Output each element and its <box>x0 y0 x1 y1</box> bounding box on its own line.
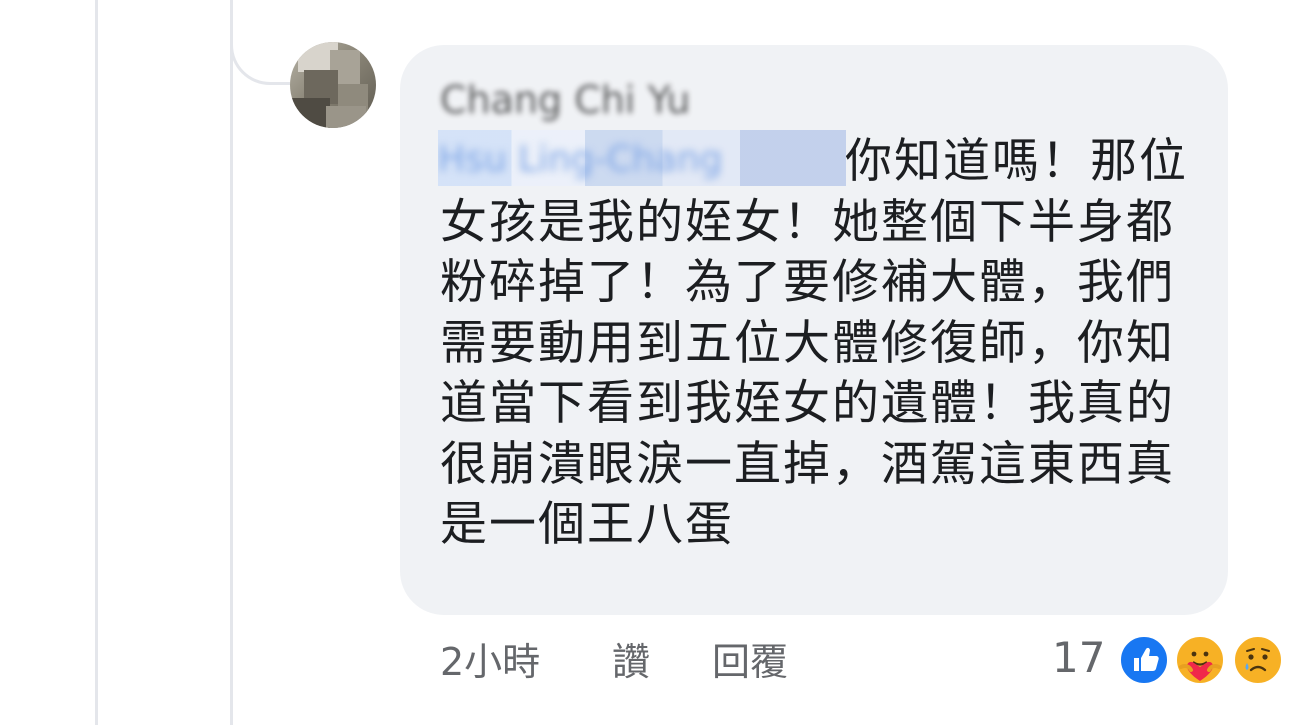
comment-author[interactable]: Chang Chi Yu <box>440 78 730 122</box>
mention-link[interactable]: Hsu Ling-Chang <box>438 130 846 186</box>
reply-connector <box>230 0 290 85</box>
comment-line-7: 是一個王八蛋 <box>440 497 734 552</box>
reaction-count: 17 <box>1052 633 1106 682</box>
like-button[interactable]: 讚 <box>612 632 650 692</box>
sad-icon <box>1232 634 1284 686</box>
like-icon <box>1118 634 1170 686</box>
reaction-summary[interactable]: 17 <box>1052 630 1292 690</box>
comment-line-4: 需要動用到五位大體修復師，你知 <box>440 315 1175 371</box>
comment-line-6: 很崩潰眼淚一直掉，酒駕這東西真 <box>440 436 1175 492</box>
thread-line-inner <box>230 0 233 725</box>
reply-button[interactable]: 回覆 <box>712 632 788 692</box>
avatar[interactable] <box>290 42 376 128</box>
comment-timestamp[interactable]: 2小時 <box>440 632 540 692</box>
comment-line-2: 女孩是我的姪女！她整個下半身都 <box>440 194 1175 250</box>
comment-text: 你知道嗎！那位 女孩是我的姪女！她整個下半身都 粉碎掉了！為了要修補大體，我們 … <box>440 132 1200 556</box>
comment-line-5: 道當下看到我姪女的遺體！我真的 <box>440 376 1175 431</box>
thread-line-outer <box>95 0 98 725</box>
mention-text: Hsu Ling-Chang <box>438 139 723 180</box>
care-icon <box>1174 634 1226 686</box>
comment-line-3: 粉碎掉了！為了要修補大體，我們 <box>440 255 1175 310</box>
